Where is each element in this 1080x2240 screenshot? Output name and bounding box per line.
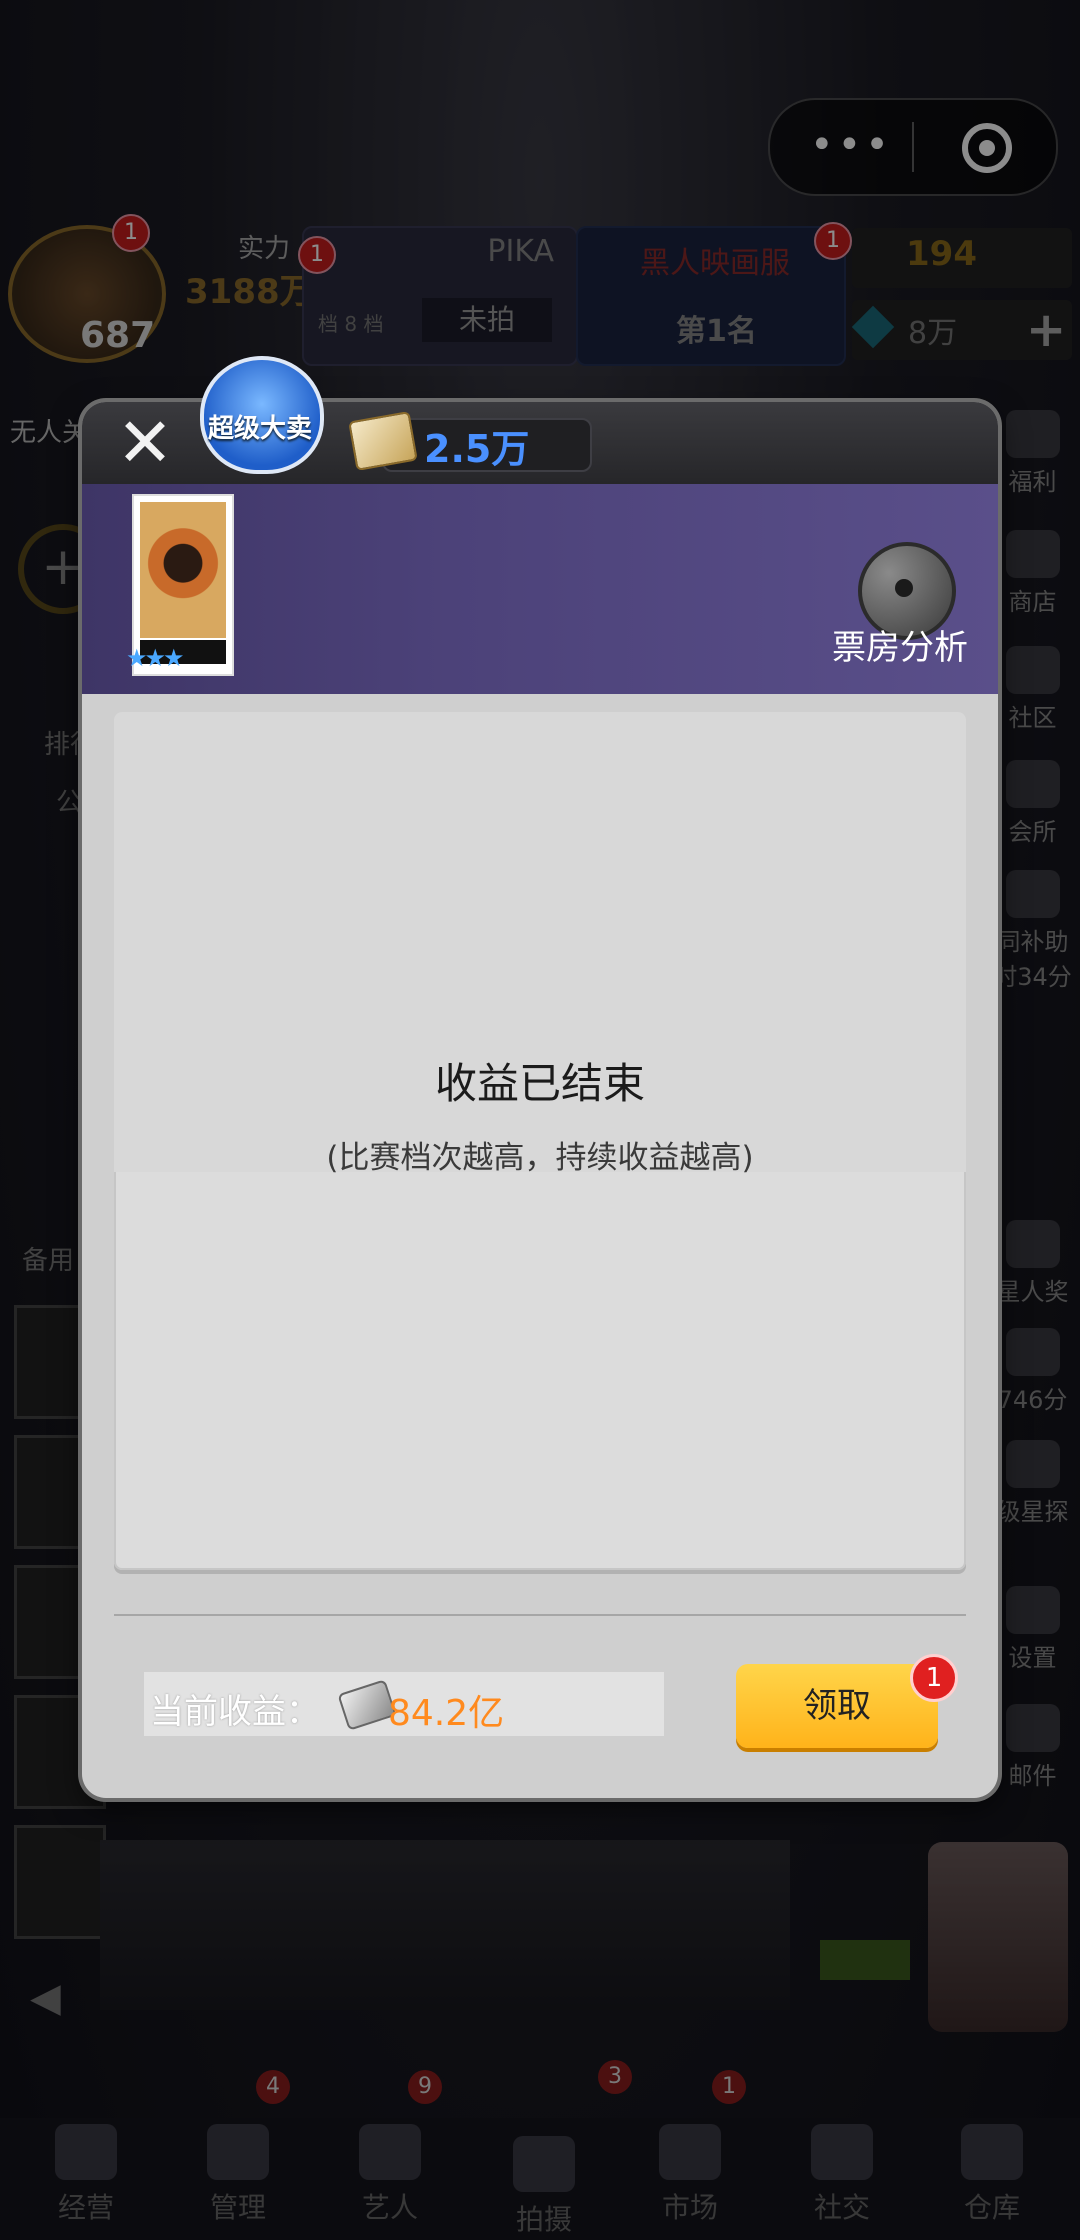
claim-badge: 1: [910, 1654, 958, 1702]
claim-button[interactable]: 领取: [736, 1664, 938, 1748]
earnings-ended-hint: (比赛档次越高，持续收益越高): [326, 1140, 754, 1176]
super-hit-award-badge: 超级大卖: [192, 352, 328, 474]
movie-star-rating: ★★★: [126, 644, 185, 672]
earnings-ended-title: 收益已结束: [434, 1059, 645, 1108]
earnings-status-panel: 收益已结束 (比赛档次越高，持续收益越高): [114, 712, 966, 1570]
coupon-icon: [348, 410, 418, 472]
divider: [114, 1614, 966, 1616]
current-earnings-value: 84.2亿: [388, 1693, 505, 1734]
box-office-analysis-label[interactable]: 票房分析: [832, 620, 968, 669]
coupon-value: 2.5万: [424, 427, 530, 471]
box-office-dialog: ✕ 2.5万 ★★★ 票房分析 收益已结束 (比赛档次越高，持续收益越高) 当前…: [82, 402, 998, 1798]
award-label: 超级大卖: [207, 414, 312, 444]
close-button[interactable]: ✕: [114, 410, 176, 478]
current-earnings-label: 当前收益：: [150, 1692, 320, 1732]
poster-image: [140, 502, 226, 638]
